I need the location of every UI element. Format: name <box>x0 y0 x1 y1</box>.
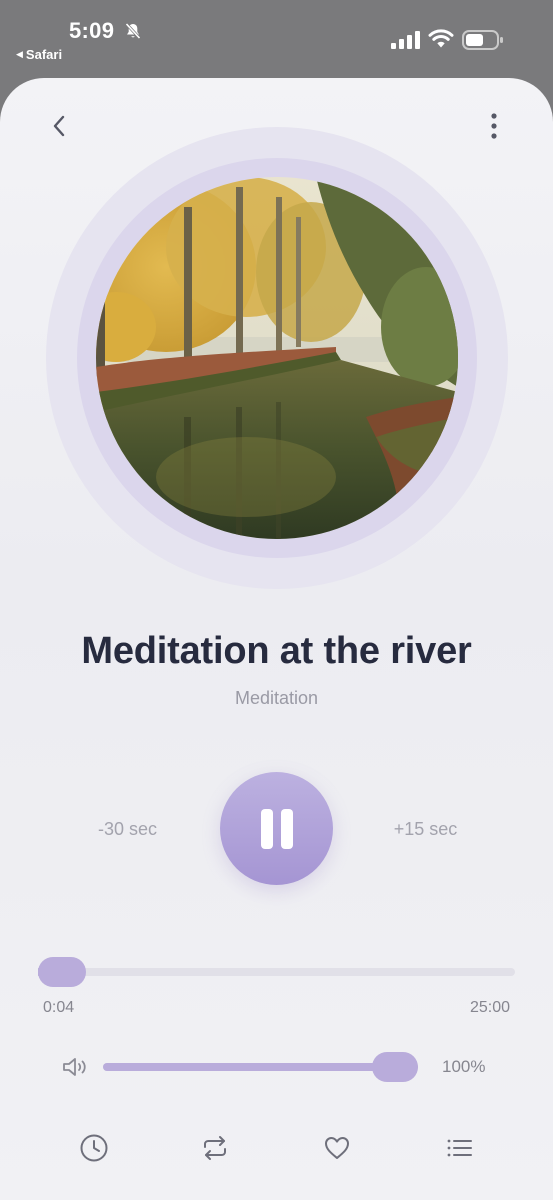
more-button[interactable] <box>479 111 509 141</box>
progress-slider[interactable] <box>38 957 515 987</box>
total-time: 25:00 <box>469 999 510 1016</box>
volume-value: 100% <box>442 1057 486 1076</box>
status-time: 5:09 <box>69 18 115 43</box>
volume-fill <box>103 1063 418 1071</box>
skip-back-button[interactable]: -30 sec <box>60 819 195 840</box>
volume-slider[interactable] <box>103 1052 418 1082</box>
chevron-left-icon <box>53 115 65 137</box>
track-artwork <box>96 177 458 539</box>
heart-icon <box>325 1137 349 1159</box>
bell-slash-icon <box>125 22 141 40</box>
skip-forward-button[interactable]: +15 sec <box>358 819 493 840</box>
back-button[interactable] <box>44 111 74 141</box>
track-title: Meditation at the river <box>81 630 472 672</box>
elapsed-time: 0:04 <box>43 999 75 1016</box>
playlist-button[interactable] <box>441 1130 477 1166</box>
pause-icon-bar-left <box>260 808 273 849</box>
clock-icon <box>80 1134 108 1162</box>
back-to-app[interactable]: ◀ Safari <box>16 47 62 62</box>
progress-thumb[interactable] <box>38 957 86 987</box>
volume-thumb[interactable] <box>372 1052 418 1082</box>
list-icon <box>447 1139 472 1157</box>
bottom-toolbar <box>0 1130 553 1170</box>
history-button[interactable] <box>76 1130 112 1166</box>
back-app-label: Safari <box>25 47 63 62</box>
signal-icon <box>391 31 420 49</box>
track-category: Meditation <box>234 688 319 708</box>
favorite-button[interactable] <box>319 1130 355 1166</box>
repeat-button[interactable] <box>197 1130 233 1166</box>
more-vertical-icon <box>491 113 497 139</box>
speaker-icon[interactable] <box>62 1056 90 1078</box>
play-pause-button[interactable] <box>220 772 333 885</box>
battery-icon <box>462 30 503 50</box>
river-autumn-trees-image <box>96 177 458 539</box>
back-triangle-icon: ◀ <box>16 49 23 59</box>
repeat-icon <box>204 1136 226 1160</box>
status-bar: 5:09 ◀ Safari <box>0 0 553 78</box>
pause-icon-bar-right <box>280 808 293 849</box>
wifi-icon <box>428 29 454 48</box>
player-sheet: Meditation at the river Meditation -30 s… <box>0 78 553 1200</box>
